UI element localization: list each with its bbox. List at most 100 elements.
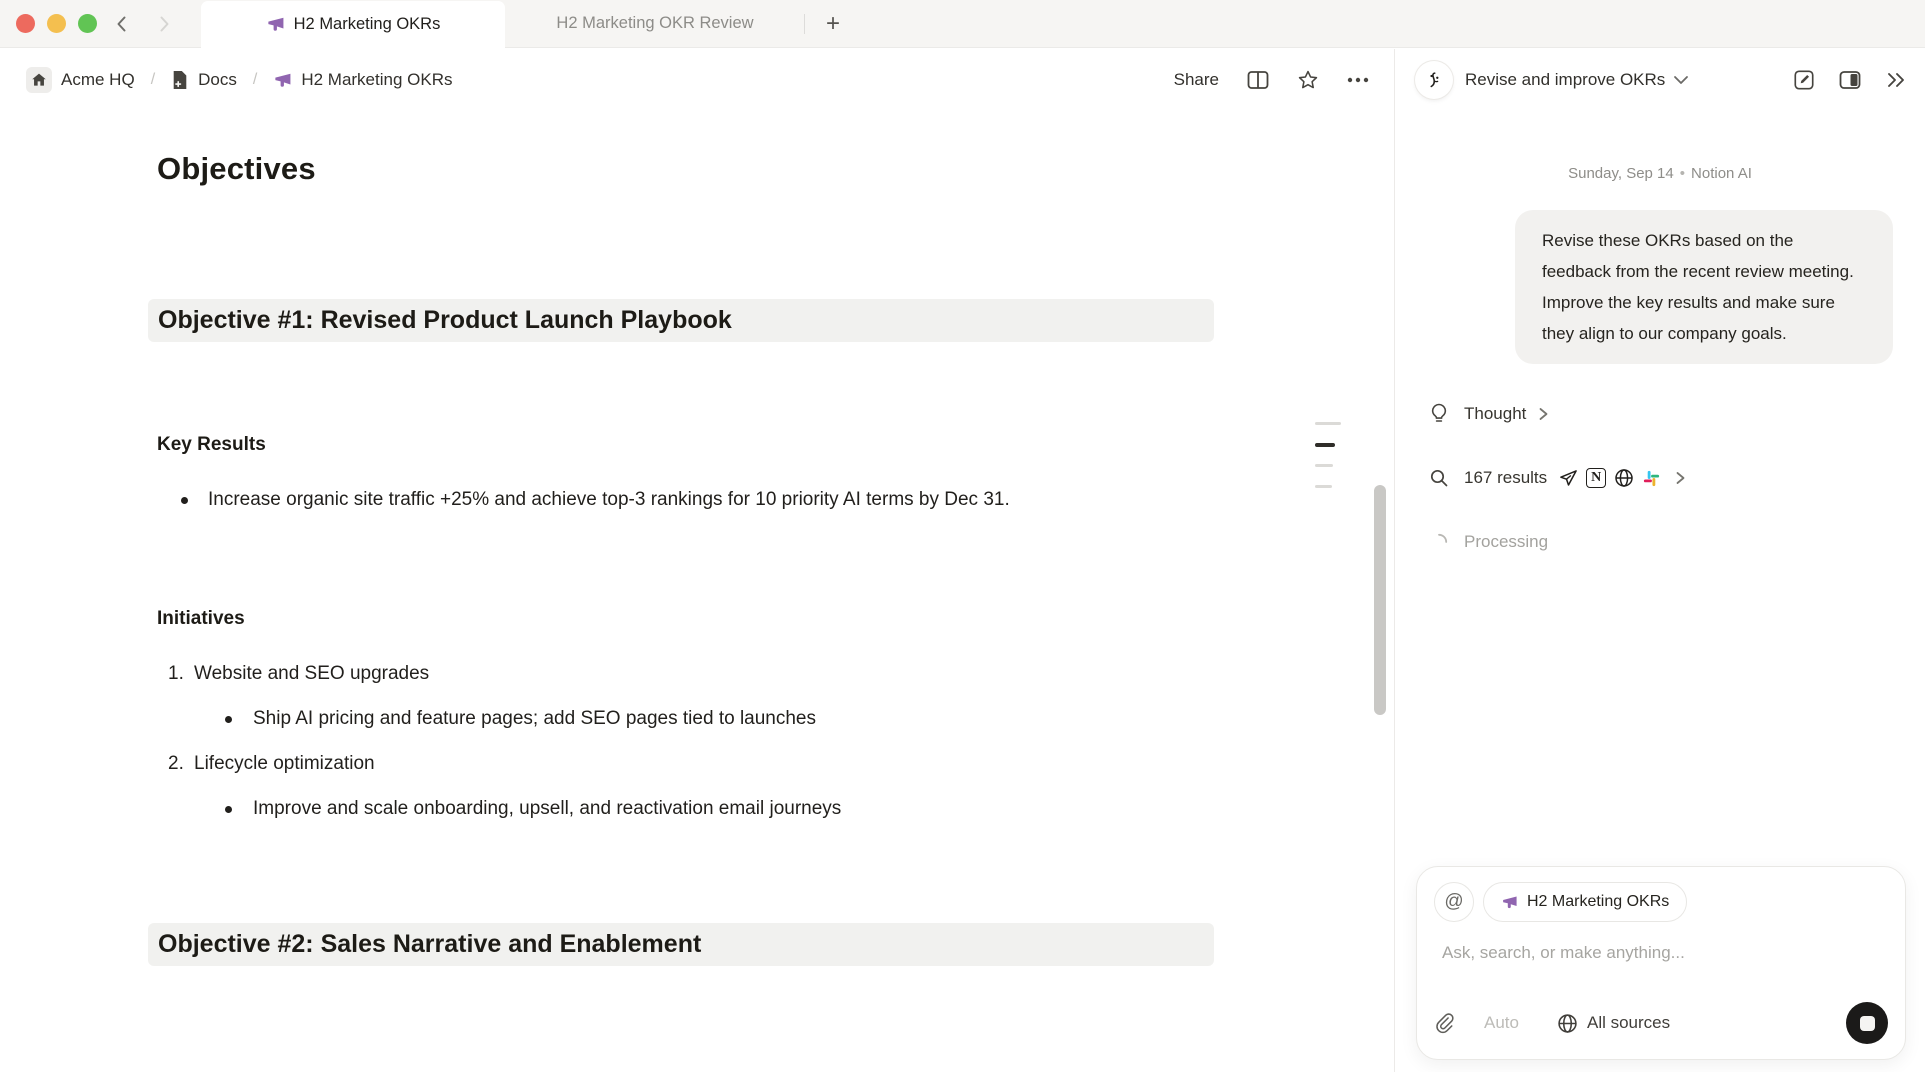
list-item-text: Website and SEO upgrades — [194, 656, 429, 692]
plus-icon: + — [826, 10, 840, 38]
megaphone-icon — [266, 15, 285, 34]
processing-step: Processing — [1427, 526, 1925, 558]
initiatives-heading: Initiatives — [157, 608, 1215, 630]
new-chat-button[interactable] — [1793, 69, 1815, 91]
list-item-text: Ship AI pricing and feature pages; add S… — [253, 701, 816, 737]
favorite-button[interactable] — [1297, 69, 1319, 91]
panel-toggle-button[interactable] — [1839, 70, 1861, 90]
compose-icon — [1793, 69, 1815, 91]
chat-date: Sunday, Sep 14 — [1568, 165, 1674, 182]
page-title: Objectives — [157, 151, 1215, 187]
document-canvas: Objectives Objective #1: Revised Product… — [0, 111, 1395, 1072]
list-item: Ship AI pricing and feature pages; add S… — [157, 701, 1215, 737]
ai-composer[interactable]: @ H2 Marketing OKRs Ask, search, or make… — [1416, 866, 1906, 1060]
bullet-icon — [181, 497, 188, 504]
minimize-window-button[interactable] — [47, 14, 66, 33]
megaphone-icon — [1501, 894, 1518, 911]
notion-ai-face-icon — [1415, 61, 1453, 99]
forward-button[interactable] — [147, 7, 181, 41]
breadcrumb-item-docs[interactable]: Docs — [165, 66, 243, 94]
ai-panel-actions — [1793, 69, 1907, 91]
ai-panel: Revise and improve OKRs Sunday, Sep 14 • N… — [1394, 49, 1925, 1072]
globe-source-icon — [1614, 468, 1634, 488]
initiatives-list: 1. Website and SEO upgrades Ship AI pric… — [157, 656, 1215, 827]
breadcrumb: Acme HQ / Docs / H2 Marketing OKRs — [20, 63, 459, 97]
chevron-left-icon — [112, 14, 132, 34]
paperclip-icon — [1434, 1012, 1454, 1034]
tab-h2-marketing-okrs[interactable]: H2 Marketing OKRs — [201, 1, 505, 49]
user-message-bubble: Revise these OKRs based on the feedback … — [1515, 210, 1893, 364]
sources-label: All sources — [1587, 1013, 1670, 1033]
processing-label: Processing — [1464, 532, 1548, 552]
toc-dash-active[interactable] — [1315, 443, 1335, 447]
chat-date-line: Sunday, Sep 14 • Notion AI — [1395, 165, 1925, 182]
thread-switcher-button[interactable] — [1673, 75, 1689, 85]
bullet-icon — [225, 716, 232, 723]
more-options-button[interactable] — [1347, 77, 1369, 83]
objective-2-heading[interactable]: Objective #2: Sales Narrative and Enable… — [148, 923, 1214, 966]
list-item: Improve and scale onboarding, upsell, an… — [157, 791, 1215, 827]
vertical-scrollbar[interactable] — [1374, 485, 1386, 715]
thought-step[interactable]: Thought — [1427, 398, 1925, 430]
at-icon: @ — [1444, 891, 1463, 913]
list-item-text: Increase organic site traffic +25% and a… — [208, 482, 1153, 518]
toc-dash[interactable] — [1315, 485, 1332, 488]
breadcrumb-label: H2 Marketing OKRs — [301, 70, 452, 90]
ellipsis-icon — [1347, 77, 1369, 83]
stop-generation-button[interactable] — [1846, 1002, 1888, 1044]
objective-1-heading[interactable]: Objective #1: Revised Product Launch Pla… — [148, 299, 1214, 342]
list-number: 1. — [157, 656, 194, 692]
ai-thread-title[interactable]: Revise and improve OKRs — [1465, 70, 1665, 90]
split-view-button[interactable] — [1247, 70, 1269, 90]
window-controls — [16, 14, 97, 33]
document-page-icon — [171, 70, 189, 90]
mode-selector[interactable]: Auto — [1484, 1013, 1519, 1033]
list-number: 2. — [157, 746, 194, 782]
slack-logo-icon — [1642, 469, 1661, 488]
collapse-panel-button[interactable] — [1885, 71, 1907, 89]
thought-label: Thought — [1464, 404, 1526, 424]
sources-selector[interactable]: All sources — [1557, 1013, 1670, 1034]
list-item-text: Improve and scale onboarding, upsell, an… — [253, 791, 841, 827]
numbered-list-item: 2. Lifecycle optimization — [157, 746, 1215, 782]
attach-button[interactable] — [1434, 1012, 1454, 1034]
double-chevron-right-icon — [1885, 71, 1907, 89]
spinner-icon — [1427, 533, 1451, 551]
mention-button[interactable]: @ — [1434, 882, 1474, 922]
search-results-step[interactable]: 167 results N — [1427, 462, 1925, 494]
key-results-list: Increase organic site traffic +25% and a… — [157, 482, 1215, 518]
chevron-down-icon — [1673, 75, 1689, 85]
home-icon — [26, 67, 52, 93]
agent-name: Notion AI — [1691, 165, 1752, 182]
new-tab-button[interactable]: + — [813, 4, 853, 44]
toc-dash[interactable] — [1315, 464, 1333, 467]
tab-h2-marketing-okr-review[interactable]: H2 Marketing OKR Review — [505, 0, 805, 48]
search-icon — [1427, 468, 1451, 488]
breadcrumb-label: Acme HQ — [61, 70, 135, 90]
table-of-contents-indicator[interactable] — [1315, 422, 1345, 506]
bullet-icon — [225, 806, 232, 813]
document-content: Objectives Objective #1: Revised Product… — [157, 111, 1215, 966]
context-chip[interactable]: H2 Marketing OKRs — [1483, 882, 1687, 922]
zoom-window-button[interactable] — [78, 14, 97, 33]
breadcrumb-separator: / — [253, 71, 257, 89]
send-source-icon — [1559, 469, 1578, 488]
back-button[interactable] — [105, 7, 139, 41]
megaphone-icon — [273, 71, 292, 90]
breadcrumb-item-acme-hq[interactable]: Acme HQ — [20, 63, 141, 97]
share-button[interactable]: Share — [1174, 70, 1219, 90]
notion-logo-icon: N — [1586, 468, 1606, 488]
header-actions: Share — [1174, 69, 1369, 91]
chevron-right-icon — [1675, 471, 1686, 485]
date-separator: • — [1680, 165, 1685, 182]
close-window-button[interactable] — [16, 14, 35, 33]
toc-dash[interactable] — [1315, 422, 1341, 425]
document-header: Acme HQ / Docs / H2 Marketing OKRs Share — [0, 49, 1395, 111]
lightbulb-icon — [1427, 403, 1451, 425]
list-item-text: Lifecycle optimization — [194, 746, 375, 782]
globe-icon — [1557, 1013, 1578, 1034]
numbered-list-item: 1. Website and SEO upgrades — [157, 656, 1215, 692]
composer-context-row: @ H2 Marketing OKRs — [1434, 882, 1888, 922]
breadcrumb-item-h2-marketing-okrs[interactable]: H2 Marketing OKRs — [267, 66, 458, 94]
composer-input[interactable]: Ask, search, or make anything... — [1442, 943, 1888, 963]
